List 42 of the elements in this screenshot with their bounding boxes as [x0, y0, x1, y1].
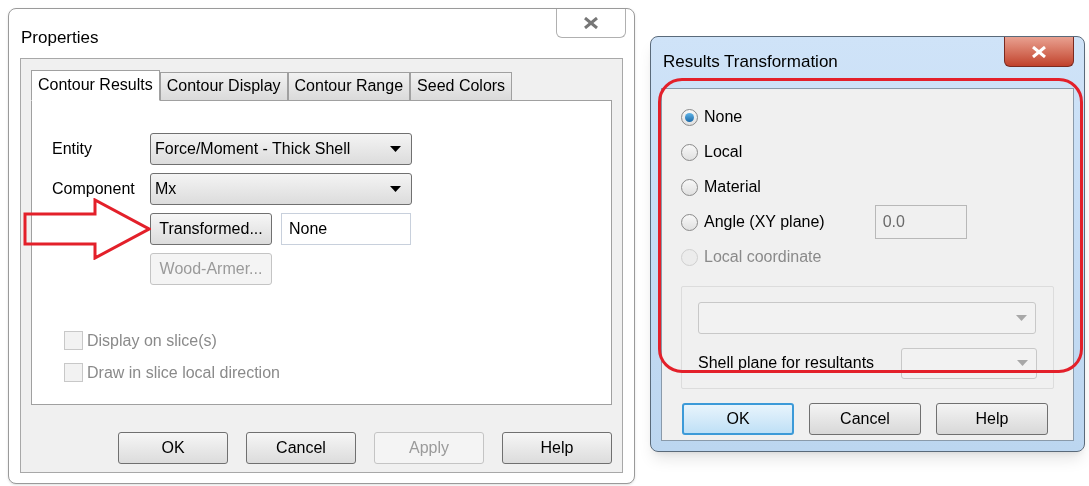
dialog-button[interactable]: OK — [118, 431, 228, 464]
dialog-button[interactable]: Help — [936, 402, 1048, 435]
caret-icon — [1016, 314, 1027, 321]
radio-button[interactable] — [681, 213, 698, 231]
dialog-button[interactable]: OK — [682, 402, 794, 435]
radio-button[interactable] — [681, 108, 698, 126]
tab[interactable]: Contour Results — [31, 69, 160, 101]
checkbox-label: Display on slice(s) — [87, 330, 217, 351]
angle-field[interactable]: 0.0 — [874, 205, 967, 239]
close-button[interactable] — [1004, 37, 1074, 67]
window-title: Results Transformation — [663, 51, 838, 73]
checkbox-label: Draw in slice local direction — [87, 362, 280, 383]
window-title: Properties — [21, 27, 99, 49]
tab[interactable]: Contour Range — [287, 71, 411, 100]
caret-icon — [390, 185, 401, 192]
dialog-button[interactable]: Cancel — [809, 402, 921, 435]
close-button[interactable] — [556, 9, 626, 38]
radio-button[interactable] — [681, 143, 698, 161]
tab[interactable]: Seed Colors — [410, 71, 513, 100]
radio-label: Material — [704, 177, 761, 197]
caret-icon — [390, 145, 401, 152]
transform-value-field[interactable]: None — [281, 212, 411, 245]
dropdown[interactable]: Force/Moment - Thick Shell — [150, 132, 412, 165]
field-label: Entity — [52, 138, 93, 159]
dropdown[interactable]: Mx — [150, 172, 412, 205]
dropdown-value: Force/Moment - Thick Shell — [155, 138, 351, 159]
dropdown-value: Mx — [155, 178, 177, 199]
dialog-button[interactable]: Cancel — [246, 431, 356, 464]
close-icon — [1032, 45, 1046, 58]
dialog-button[interactable]: Transformed... — [150, 212, 272, 245]
radio-label: None — [704, 107, 743, 127]
radio-label: Local coordinate — [704, 247, 822, 267]
field-label: Shell plane for resultants — [698, 353, 875, 373]
radio-label: Local — [704, 142, 743, 162]
radio-button[interactable] — [681, 178, 698, 196]
radio-label: Angle (XY plane) — [704, 212, 825, 232]
dialog-button[interactable]: Help — [502, 431, 612, 464]
close-icon — [584, 17, 598, 29]
field-label: Component — [52, 178, 136, 199]
caret-icon — [1017, 360, 1028, 366]
tab[interactable]: Contour Display — [159, 71, 288, 100]
dropdown[interactable] — [901, 347, 1037, 379]
